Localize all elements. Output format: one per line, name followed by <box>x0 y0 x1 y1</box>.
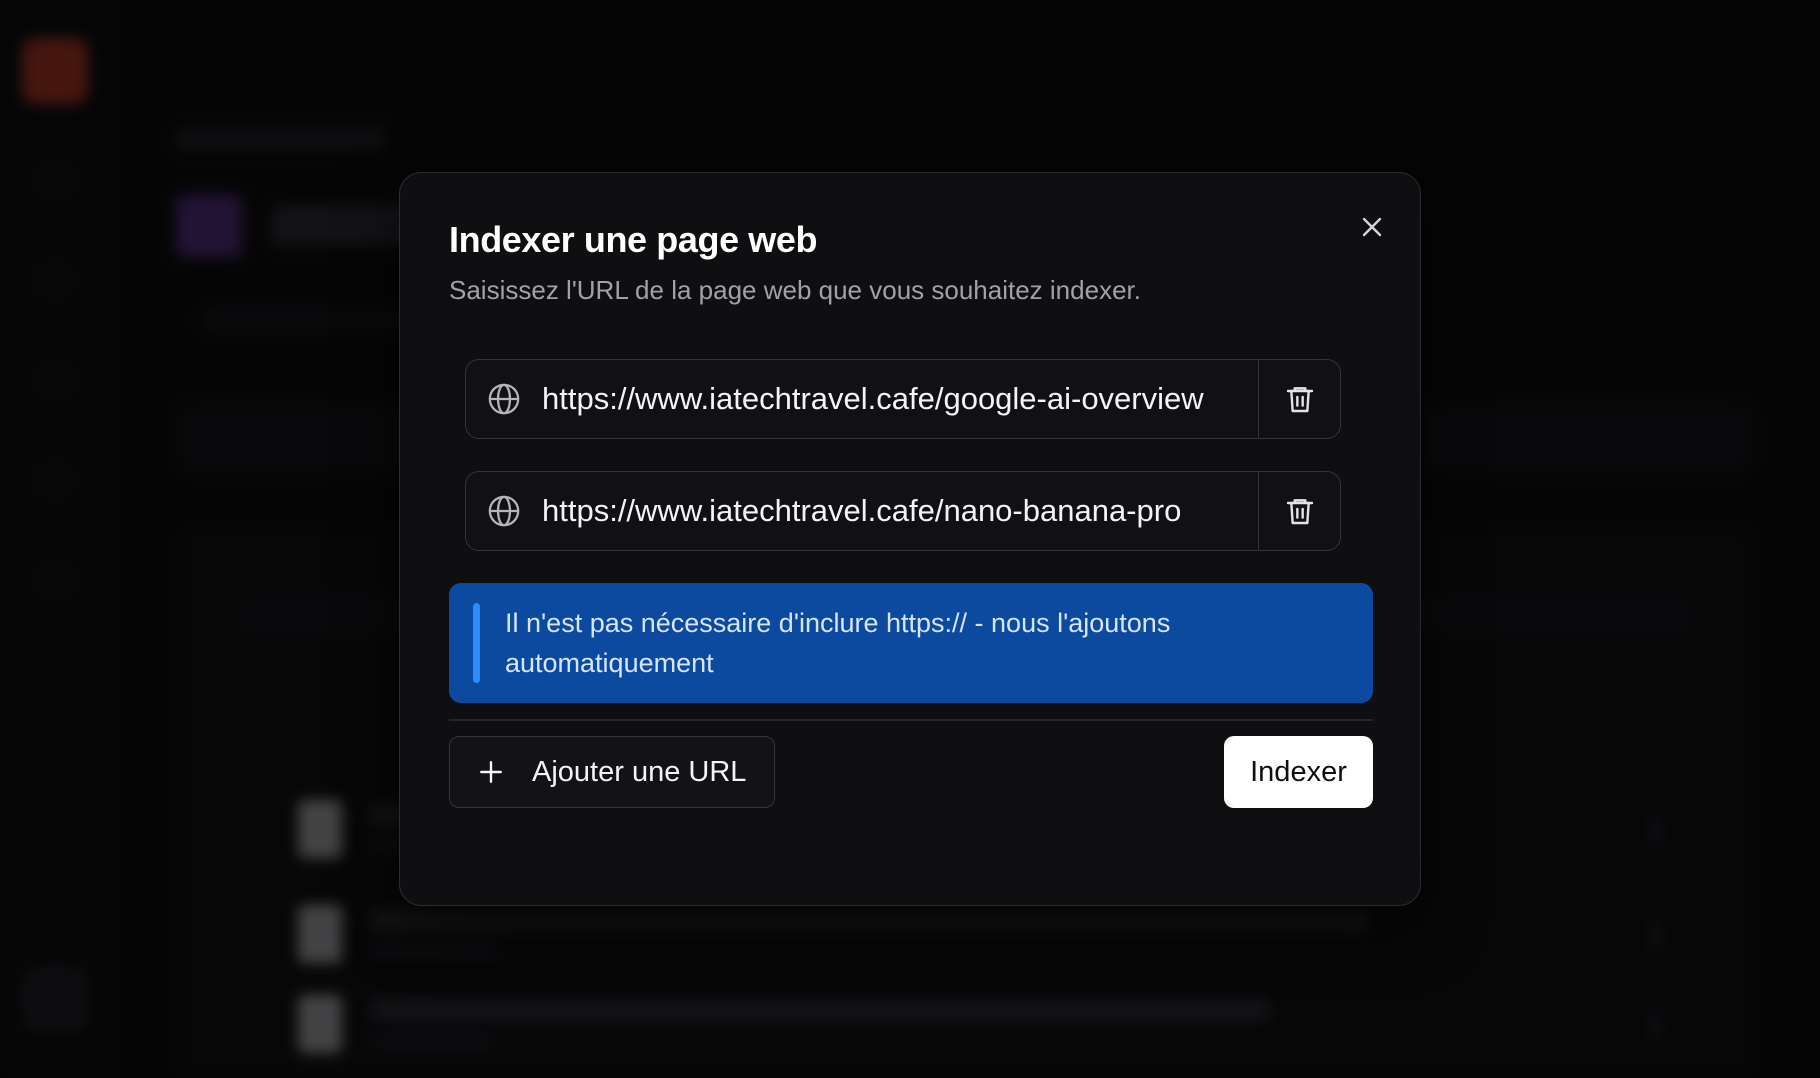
dialog-description: Saisissez l'URL de la page web que vous … <box>449 275 1141 305</box>
info-alert-text: Il n'est pas nécessaire d'inclure https:… <box>505 608 1171 678</box>
index-webpage-dialog: Indexer une page web Saisissez l'URL de … <box>399 172 1421 906</box>
plus-icon <box>476 757 506 787</box>
delete-url-button[interactable] <box>1258 360 1340 438</box>
index-submit-button[interactable]: Indexer <box>1224 736 1373 808</box>
url-input[interactable]: https://www.iatechtravel.cafe/nano-banan… <box>542 472 1258 550</box>
url-input-value: https://www.iatechtravel.cafe/google-ai-… <box>542 381 1204 416</box>
close-icon <box>1362 217 1382 237</box>
globe-icon <box>466 472 542 550</box>
add-url-label: Ajouter une URL <box>532 755 747 788</box>
delete-url-button[interactable] <box>1258 472 1340 550</box>
url-input-value: https://www.iatechtravel.cafe/nano-banan… <box>542 493 1182 528</box>
info-alert: Il n'est pas nécessaire d'inclure https:… <box>449 583 1373 703</box>
url-field-row: https://www.iatechtravel.cafe/nano-banan… <box>465 471 1341 551</box>
trash-icon <box>1286 387 1313 413</box>
globe-icon <box>466 360 542 438</box>
url-input[interactable]: https://www.iatechtravel.cafe/google-ai-… <box>542 360 1258 438</box>
dialog-title: Indexer une page web <box>449 219 818 260</box>
divider <box>449 719 1373 721</box>
url-field-row: https://www.iatechtravel.cafe/google-ai-… <box>465 359 1341 439</box>
info-alert-accent <box>473 603 480 683</box>
add-url-button[interactable]: Ajouter une URL <box>449 736 775 808</box>
trash-icon <box>1286 499 1313 525</box>
close-button[interactable] <box>1352 207 1392 247</box>
